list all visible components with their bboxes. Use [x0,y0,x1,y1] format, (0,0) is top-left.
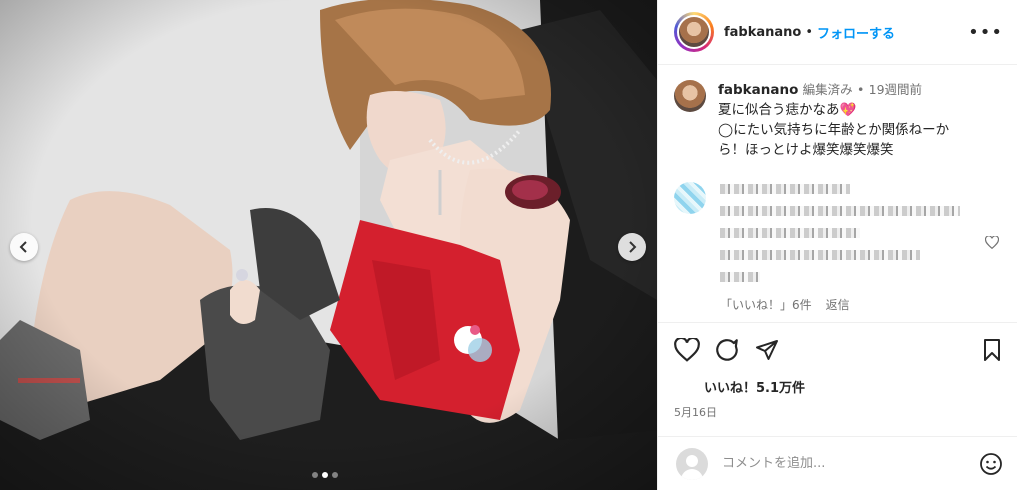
header-separator: • [805,24,814,40]
caption-username[interactable]: fabkanano [718,82,798,98]
bookmark-icon[interactable] [981,338,1003,362]
blurred-line [720,184,850,194]
carousel-indicator [312,472,338,478]
caption-separator: • [856,82,865,97]
follow-button[interactable]: フォローする [817,23,895,42]
comment-meta: 「いいね！」6件 返信 [720,296,1001,313]
post-header: fabkanano • フォローする ••• [658,0,1017,65]
caption-avatar[interactable] [674,80,706,112]
author-avatar-ring[interactable] [674,12,714,52]
caption-line: 夏に似合う痣かなあ💖 [718,102,857,118]
blurred-line [720,206,960,216]
share-icon[interactable] [754,338,780,362]
chevron-left-icon [19,241,27,253]
comment-like-icon[interactable] [985,236,999,249]
caption-line: ら！ほっとけよ爆笑爆笑爆笑 [718,142,894,158]
avatar[interactable] [677,15,711,49]
add-comment-bar [658,436,1017,490]
comment-icon[interactable] [714,337,740,363]
previous-slide-button[interactable] [10,233,38,261]
likes-count[interactable]: いいね！5.1万件 [704,377,1003,396]
post-actions: いいね！5.1万件 5月16日 [658,322,1017,420]
user-avatar [676,447,708,480]
blurred-line [720,250,920,260]
caption-line: ◯にたい気持ちに年齢とか関係ねーか [718,122,950,138]
caption-meta: fabkanano 編集済み • 19週間前 [718,80,949,100]
comments-section: fabkanano 編集済み • 19週間前 夏に似合う痣かなあ💖 ◯にたい気持… [658,66,1017,322]
next-slide-button[interactable] [618,233,646,261]
caption-time[interactable]: 19週間前 [869,82,922,97]
comment-likes[interactable]: 「いいね！」6件 [720,296,812,313]
more-options-icon[interactable]: ••• [968,22,1003,43]
action-icons [674,335,1003,365]
like-heart-icon[interactable] [674,338,700,362]
carousel-dot [332,472,338,478]
comment-item [674,182,1001,282]
photo-image [0,0,657,490]
reply-button[interactable]: 返信 [826,296,850,313]
comment-text-blurred [720,184,960,282]
chevron-right-icon [629,241,637,253]
blurred-line [720,228,860,238]
blurred-line [720,272,760,282]
edited-label: 編集済み [802,82,853,97]
commenter-avatar-blurred[interactable] [674,182,706,214]
comment-input[interactable] [722,456,979,471]
caption: fabkanano 編集済み • 19週間前 夏に似合う痣かなあ💖 ◯にたい気持… [674,80,1001,160]
emoji-icon[interactable] [979,452,1003,476]
carousel-dot-active [322,472,328,478]
post-date[interactable]: 5月16日 [674,404,1003,420]
post-photo [0,0,657,490]
post-side-panel: fabkanano • フォローする ••• fabkanano 編集済み • … [657,0,1017,490]
carousel-dot [312,472,318,478]
caption-body: fabkanano 編集済み • 19週間前 夏に似合う痣かなあ💖 ◯にたい気持… [718,80,949,160]
author-username[interactable]: fabkanano [724,25,801,40]
